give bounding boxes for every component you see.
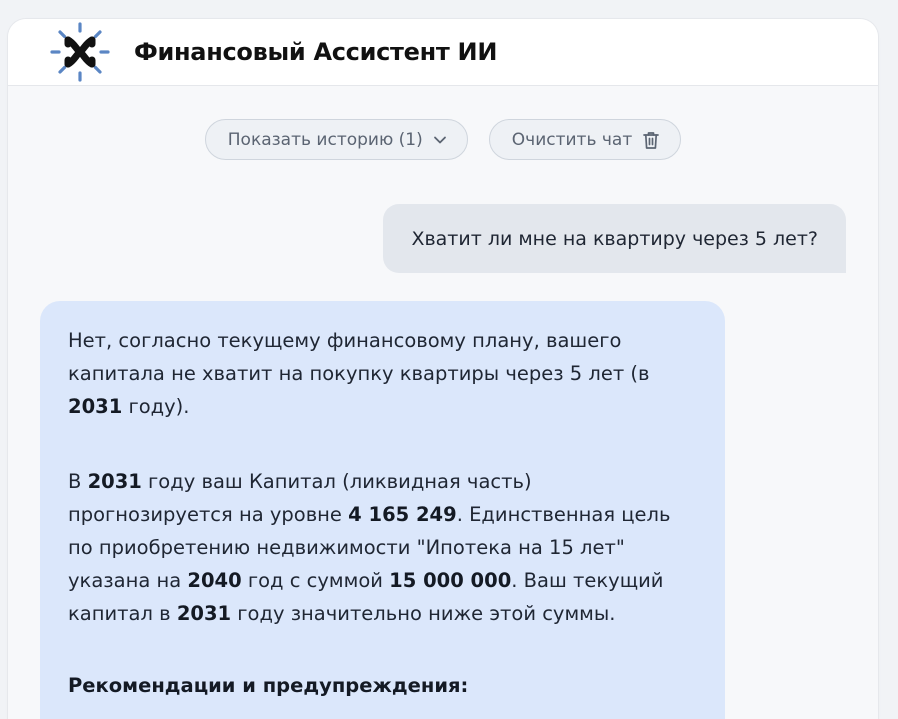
text-span: В	[68, 470, 88, 493]
text-span: Нет, согласно текущему финансовому плану…	[68, 329, 650, 385]
text-span: год с суммой	[241, 569, 390, 592]
bold-year: 2031	[87, 470, 142, 493]
bold-capital-value: 4 165 249	[348, 503, 457, 526]
bold-year: 2031	[68, 395, 123, 418]
clear-chat-label: Очистить чат	[511, 129, 633, 150]
assistant-paragraph: Нет, согласно текущему финансовому плану…	[68, 324, 697, 423]
app-title: Финансовый Ассистент ИИ	[134, 38, 498, 66]
bold-year: 2031	[176, 602, 232, 625]
text-span: году).	[122, 395, 190, 418]
user-message-bubble: Хватит ли мне на квартиру через 5 лет?	[383, 204, 846, 273]
assistant-paragraph: В 2031 году ваш Капитал (ликвидная часть…	[68, 465, 697, 630]
bold-goal-amount: 15 000 000	[389, 569, 512, 592]
assistant-message-bubble: Нет, согласно текущему финансовому плану…	[40, 301, 725, 719]
chevron-down-icon	[433, 135, 447, 145]
recommendations-heading: Рекомендации и предупреждения:	[68, 674, 469, 697]
trash-icon	[642, 130, 660, 150]
show-history-label: Показать историю (1)	[227, 129, 423, 150]
x-sun-logo-icon	[48, 20, 112, 84]
clear-chat-button[interactable]: Очистить чат	[488, 119, 682, 160]
text-span: году значительно ниже этой суммы.	[231, 602, 616, 625]
chat-controls: Показать историю (1) Очистить чат	[8, 119, 878, 160]
show-history-button[interactable]: Показать историю (1)	[204, 119, 468, 160]
chat-app-window: Финансовый Ассистент ИИ Показать историю…	[8, 19, 878, 719]
bold-year: 2040	[187, 569, 242, 592]
app-header: Финансовый Ассистент ИИ	[8, 19, 878, 86]
